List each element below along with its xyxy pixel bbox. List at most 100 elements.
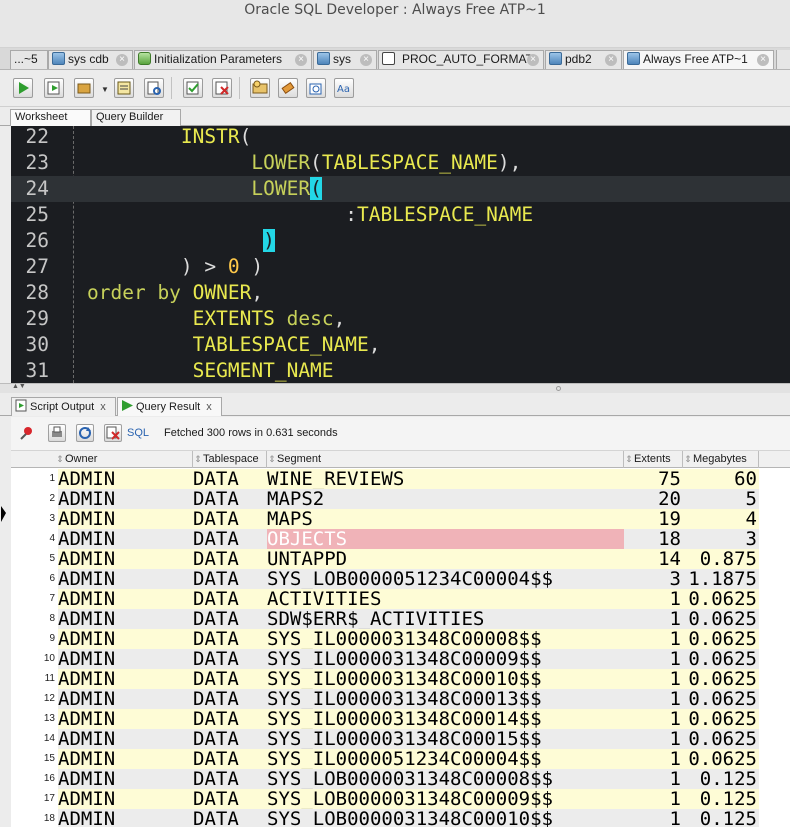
cell-extents[interactable]: 1 [624, 769, 683, 789]
cell-extents[interactable]: 1 [624, 609, 683, 629]
cell-extents[interactable]: 18 [624, 529, 683, 549]
cell-owner[interactable]: ADMIN [58, 729, 193, 749]
query-result-grid[interactable]: ⇕Owner ⇕Tablespace ⇕Segment ⇕Extents ⇕Me… [11, 451, 790, 827]
cell-tablespace[interactable]: DATA [193, 709, 267, 729]
table-row[interactable]: 1 ADMIN DATA WINE_REVIEWS 75 60 [11, 469, 790, 489]
sql-tuning-icon[interactable] [250, 78, 270, 98]
column-header-megabytes[interactable]: ⇕Megabytes [683, 451, 759, 468]
tab-sys[interactable]: sys × [313, 50, 377, 69]
column-header-segment[interactable]: ⇕Segment [267, 451, 624, 468]
column-header-tablespace[interactable]: ⇕Tablespace [193, 451, 267, 468]
run-script-icon[interactable] [44, 78, 64, 98]
refresh-icon[interactable] [76, 424, 94, 442]
cell-segment[interactable]: SYS_IL0000031348C00009$$ [267, 649, 624, 669]
close-tab-icon[interactable]: × [116, 54, 128, 66]
print-icon[interactable] [48, 424, 66, 442]
tab-connection-5[interactable]: ...~5 [10, 50, 48, 69]
cell-megabytes[interactable]: 5 [683, 489, 759, 509]
cell-segment[interactable]: SDW$ERR$_ACTIVITIES [267, 609, 624, 629]
cell-owner[interactable]: ADMIN [58, 529, 193, 549]
cell-extents[interactable]: 1 [624, 589, 683, 609]
cell-owner[interactable]: ADMIN [58, 629, 193, 649]
tab-proc-auto-format[interactable]: PROC_AUTO_FORMAT × [378, 50, 544, 69]
cell-owner[interactable]: ADMIN [58, 549, 193, 569]
table-row[interactable]: 10 ADMIN DATA SYS_IL0000031348C00009$$ 1 0.06… [11, 649, 790, 669]
close-tab-icon[interactable]: × [527, 54, 539, 66]
autotrace-icon[interactable] [144, 78, 164, 98]
cell-megabytes[interactable]: 0.0625 [683, 629, 759, 649]
pane-splitter[interactable]: ▲▼ [0, 383, 790, 393]
table-row[interactable]: 2 ADMIN DATA MAPS2 20 5 [11, 489, 790, 509]
cell-extents[interactable]: 1 [624, 649, 683, 669]
cell-tablespace[interactable]: DATA [193, 589, 267, 609]
cancel-fetch-icon[interactable] [104, 424, 122, 442]
tab-query-builder[interactable]: Query Builder [91, 109, 181, 126]
cell-segment[interactable]: SYS_IL0000031348C00013$$ [267, 689, 624, 709]
tab-query-result[interactable]: Query Result x [117, 397, 222, 416]
column-header-extents[interactable]: ⇕Extents [624, 451, 683, 468]
tab-sys-cdb[interactable]: sys cdb × [48, 50, 133, 69]
cell-megabytes[interactable]: 0.875 [683, 549, 759, 569]
cell-segment[interactable]: SYS_IL0000031348C00010$$ [267, 669, 624, 689]
column-header-owner[interactable]: ⇕Owner [55, 451, 193, 468]
cell-owner[interactable]: ADMIN [58, 709, 193, 729]
cell-segment[interactable]: SYS_LOB0000031348C00008$$ [267, 769, 624, 789]
close-tab-icon[interactable]: × [605, 54, 617, 66]
cell-extents[interactable]: 1 [624, 809, 683, 827]
cell-segment[interactable]: SYS_LOB0000031348C00010$$ [267, 809, 624, 827]
cell-owner[interactable]: ADMIN [58, 609, 193, 629]
close-icon[interactable]: x [100, 401, 106, 413]
commit-icon[interactable] [74, 78, 94, 98]
cell-segment[interactable]: UNTAPPD [267, 549, 624, 569]
cell-tablespace[interactable]: DATA [193, 489, 267, 509]
cell-owner[interactable]: ADMIN [58, 769, 193, 789]
cell-megabytes[interactable]: 3 [683, 529, 759, 549]
close-tab-icon[interactable]: × [757, 54, 769, 66]
cell-megabytes[interactable]: 0.125 [683, 789, 759, 809]
pin-icon[interactable] [19, 425, 35, 446]
cell-owner[interactable]: ADMIN [58, 569, 193, 589]
cell-extents[interactable]: 1 [624, 669, 683, 689]
cell-tablespace[interactable]: DATA [193, 689, 267, 709]
cell-megabytes[interactable]: 0.0625 [683, 729, 759, 749]
cell-tablespace[interactable]: DATA [193, 469, 267, 489]
cell-owner[interactable]: ADMIN [58, 749, 193, 769]
code-line[interactable]: 30 TABLESPACE_NAME, [11, 332, 790, 358]
table-row[interactable]: 3 ADMIN DATA MAPS 19 4 [11, 509, 790, 529]
cell-owner[interactable]: ADMIN [58, 469, 193, 489]
code-line[interactable]: 25 :TABLESPACE_NAME [11, 202, 790, 228]
splitter-handle[interactable] [556, 386, 561, 391]
cell-tablespace[interactable]: DATA [193, 769, 267, 789]
cell-megabytes[interactable]: 0.0625 [683, 749, 759, 769]
cell-extents[interactable]: 14 [624, 549, 683, 569]
cell-owner[interactable]: ADMIN [58, 649, 193, 669]
cell-owner[interactable]: ADMIN [58, 669, 193, 689]
cell-megabytes[interactable]: 0.125 [683, 809, 759, 827]
cell-segment[interactable]: MAPS [267, 509, 624, 529]
table-row[interactable]: 14 ADMIN DATA SYS_IL0000031348C00015$$ 1 0.06… [11, 729, 790, 749]
code-line[interactable]: 23 LOWER(TABLESPACE_NAME), [11, 150, 790, 176]
cell-tablespace[interactable]: DATA [193, 509, 267, 529]
table-row[interactable]: 13 ADMIN DATA SYS_IL0000031348C00014$$ 1 0.06… [11, 709, 790, 729]
tab-initialization-parameters[interactable]: Initialization Parameters × [134, 50, 312, 69]
cell-megabytes[interactable]: 0.0625 [683, 709, 759, 729]
cell-segment[interactable]: OBJECTS [267, 529, 624, 549]
code-line[interactable]: 28 order by OWNER, [11, 280, 790, 306]
cell-extents[interactable]: 19 [624, 509, 683, 529]
cell-segment[interactable]: SYS_LOB0000051234C00004$$ [267, 569, 624, 589]
code-line[interactable]: 26 ) [11, 228, 790, 254]
code-line[interactable]: 31 SEGMENT_NAME [11, 358, 790, 383]
clear-icon[interactable] [278, 78, 298, 98]
cell-tablespace[interactable]: DATA [193, 549, 267, 569]
cell-megabytes[interactable]: 0.0625 [683, 609, 759, 629]
tab-script-output[interactable]: Script Output x [11, 397, 116, 416]
code-line[interactable]: 22 INSTR( [11, 126, 790, 150]
cell-megabytes[interactable]: 1.1875 [683, 569, 759, 589]
table-row[interactable]: 8 ADMIN DATA SDW$ERR$_ACTIVITIES 1 0.0625 [11, 609, 790, 629]
cell-tablespace[interactable]: DATA [193, 629, 267, 649]
cell-megabytes[interactable]: 0.0625 [683, 589, 759, 609]
cell-megabytes[interactable]: 60 [683, 469, 759, 489]
tab-always-free-atp[interactable]: Always Free ATP~1 × [623, 50, 774, 69]
table-row[interactable]: 16 ADMIN DATA SYS_LOB0000031348C00008$$ 1 0.1… [11, 769, 790, 789]
table-row[interactable]: 7 ADMIN DATA ACTIVITIES 1 0.0625 [11, 589, 790, 609]
